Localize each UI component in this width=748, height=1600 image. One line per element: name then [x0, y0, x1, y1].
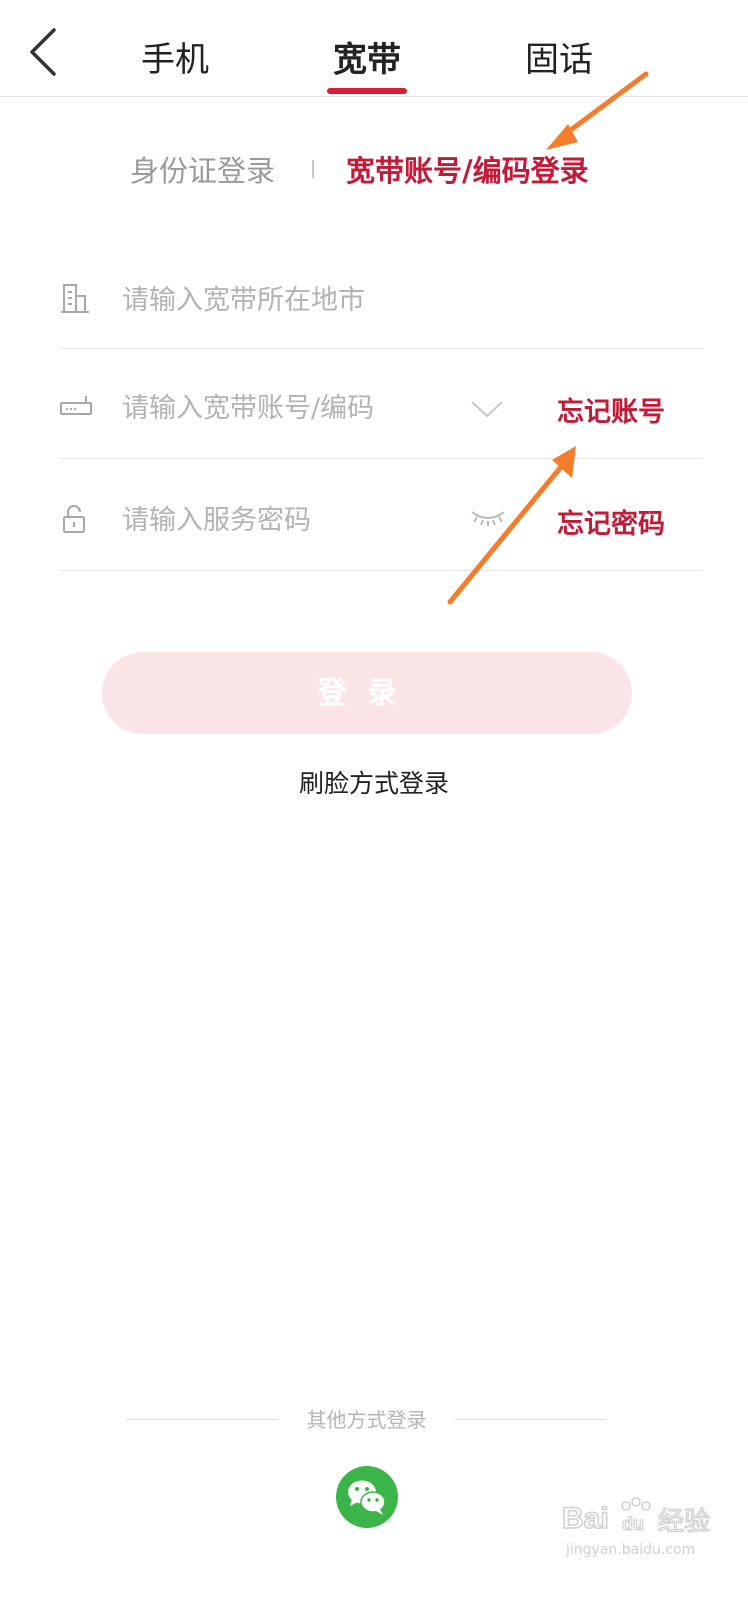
eye-closed-icon[interactable] — [470, 506, 506, 528]
account-field-row: 忘记账号 — [60, 348, 703, 459]
watermark-cn: 经验 — [658, 1507, 710, 1537]
id-card-login-option[interactable]: 身份证登录 — [130, 148, 275, 190]
paw-icon — [621, 1497, 651, 1511]
forgot-password-link[interactable]: 忘记密码 — [557, 502, 665, 541]
back-button[interactable] — [22, 22, 66, 82]
watermark-brand: Bai — [562, 1502, 609, 1535]
top-nav-bar: 手机 宽带 固话 — [0, 0, 748, 97]
login-type-divider — [312, 160, 314, 178]
baidu-jingyan-watermark: Bai du 经验 — [561, 1497, 711, 1538]
city-field-row — [60, 250, 703, 349]
divider-right — [455, 1419, 607, 1420]
building-icon — [61, 284, 89, 313]
wechat-login-button[interactable] — [336, 1466, 398, 1528]
wechat-icon — [348, 1480, 386, 1515]
chevron-left-icon — [30, 28, 56, 76]
tab-mobile[interactable]: 手机 — [132, 32, 218, 88]
account-input[interactable] — [122, 390, 452, 426]
forgot-account-link[interactable]: 忘记账号 — [557, 390, 665, 429]
tab-landline[interactable]: 固话 — [516, 32, 602, 88]
watermark-url: jingyan.baidu.com — [566, 1542, 696, 1558]
lock-icon — [63, 505, 85, 533]
city-input[interactable] — [122, 282, 622, 318]
active-tab-indicator — [327, 88, 407, 94]
other-login-label: 其他方式登录 — [306, 1408, 427, 1432]
router-icon — [60, 396, 92, 415]
watermark-du: du — [622, 1514, 644, 1534]
annotation-overlay — [447, 71, 649, 605]
broadband-login-page: 手机 宽带 固话 身份证登录 宽带账号/编码登录 忘记账 — [0, 0, 748, 1600]
login-button[interactable]: 登录 — [102, 652, 632, 734]
face-login-link[interactable]: 刷脸方式登录 — [0, 764, 748, 800]
tab-broadband[interactable]: 宽带 — [324, 32, 410, 88]
account-login-option[interactable]: 宽带账号/编码登录 — [346, 148, 589, 190]
chevron-down-icon[interactable] — [470, 400, 504, 418]
divider-left — [126, 1419, 278, 1420]
password-input[interactable] — [122, 502, 452, 538]
password-field-row: 忘记密码 — [60, 458, 703, 571]
